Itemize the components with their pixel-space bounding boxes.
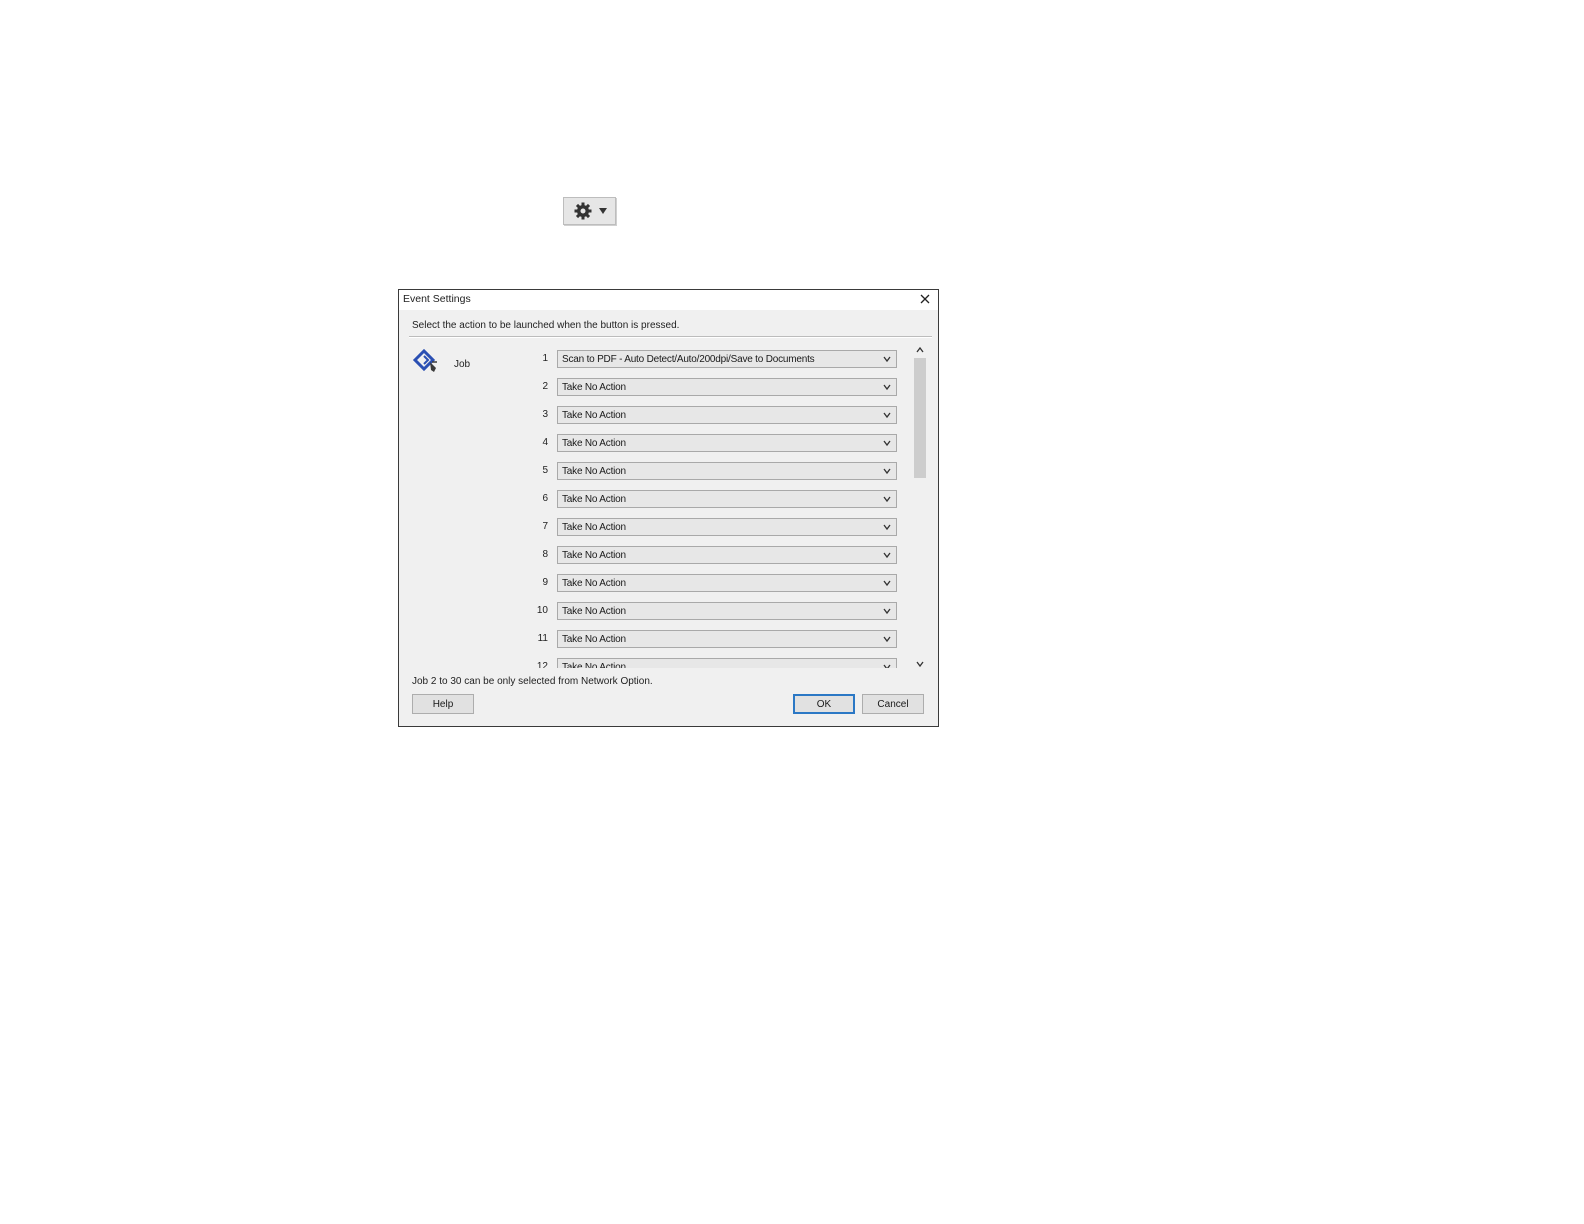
job-action-value: Take No Action	[562, 494, 626, 505]
job-action-select[interactable]: Take No Action	[557, 546, 897, 564]
instruction-text: Select the action to be launched when th…	[412, 320, 680, 331]
job-action-select[interactable]: Take No Action	[557, 490, 897, 508]
job-row: 4 Take No Action	[399, 434, 899, 452]
ok-button[interactable]: OK	[793, 694, 855, 714]
job-action-value: Take No Action	[562, 634, 626, 645]
job-action-select[interactable]: Take No Action	[557, 630, 897, 648]
job-action-value: Take No Action	[562, 466, 626, 477]
job-row-number: 10	[536, 605, 548, 616]
chevron-down-icon	[883, 440, 891, 447]
job-action-value: Take No Action	[562, 578, 626, 589]
job-action-select[interactable]: Take No Action	[557, 378, 897, 396]
job-row: 12 Take No Action	[399, 658, 899, 668]
job-row-number: 2	[542, 381, 548, 392]
job-action-value: Take No Action	[562, 662, 626, 668]
job-row: 5 Take No Action	[399, 462, 899, 480]
event-settings-dialog: Event Settings Select the action to be l…	[398, 289, 939, 727]
chevron-down-icon	[883, 412, 891, 419]
job-action-value: Take No Action	[562, 522, 626, 533]
job-action-select[interactable]: Take No Action	[557, 602, 897, 620]
job-row: 10 Take No Action	[399, 602, 899, 620]
caret-down-icon	[598, 208, 607, 214]
job-row: 1 Scan to PDF - Auto Detect/Auto/200dpi/S…	[399, 350, 899, 368]
job-action-select[interactable]: Scan to PDF - Auto Detect/Auto/200dpi/Sa…	[557, 350, 897, 368]
chevron-down-icon	[883, 636, 891, 643]
job-row: 3 Take No Action	[399, 406, 899, 424]
job-action-value: Take No Action	[562, 438, 626, 449]
settings-menu-button[interactable]	[563, 197, 616, 225]
chevron-down-icon	[883, 356, 891, 363]
gear-icon	[574, 202, 591, 220]
job-row: 7 Take No Action	[399, 518, 899, 536]
job-action-select[interactable]: Take No Action	[557, 406, 897, 424]
job-action-select[interactable]: Take No Action	[557, 462, 897, 480]
job-row-number: 1	[542, 353, 548, 364]
job-action-value: Take No Action	[562, 382, 626, 393]
chevron-down-icon	[883, 608, 891, 615]
chevron-down-icon	[883, 664, 891, 668]
job-row-number: 11	[537, 633, 548, 644]
job-row: 2 Take No Action	[399, 378, 899, 396]
scrollbar[interactable]	[912, 342, 928, 672]
job-row-number: 5	[542, 465, 548, 476]
job-action-value: Scan to PDF - Auto Detect/Auto/200dpi/Sa…	[562, 354, 815, 365]
job-row-number: 3	[542, 409, 548, 420]
chevron-down-icon[interactable]	[915, 660, 925, 668]
job-action-select[interactable]: Take No Action	[557, 518, 897, 536]
cancel-button[interactable]: Cancel	[862, 694, 924, 714]
job-action-value: Take No Action	[562, 550, 626, 561]
job-list: Job 1 Scan to PDF - Auto Detect/Auto/200d…	[399, 342, 907, 668]
chevron-down-icon	[883, 524, 891, 531]
job-action-value: Take No Action	[562, 410, 626, 421]
job-row: 11 Take No Action	[399, 630, 899, 648]
close-icon[interactable]	[918, 292, 932, 306]
job-row-number: 9	[542, 577, 548, 588]
scrollbar-thumb[interactable]	[914, 358, 926, 478]
job-action-value: Take No Action	[562, 606, 626, 617]
job-action-select[interactable]: Take No Action	[557, 574, 897, 592]
job-action-select[interactable]: Take No Action	[557, 658, 897, 668]
title-bar: Event Settings	[399, 290, 938, 310]
job-row: 6 Take No Action	[399, 490, 899, 508]
job-row: 9 Take No Action	[399, 574, 899, 592]
chevron-up-icon[interactable]	[915, 346, 925, 354]
job-row-number: 8	[542, 549, 548, 560]
job-row-number: 6	[542, 493, 548, 504]
chevron-down-icon	[883, 552, 891, 559]
separator	[409, 336, 932, 338]
job-row-number: 7	[542, 521, 548, 532]
job-action-select[interactable]: Take No Action	[557, 434, 897, 452]
job-row-number: 4	[542, 437, 548, 448]
chevron-down-icon	[883, 468, 891, 475]
footer-note: Job 2 to 30 can be only selected from Ne…	[412, 676, 653, 687]
job-row: 8 Take No Action	[399, 546, 899, 564]
job-row-number: 12	[536, 661, 548, 668]
chevron-down-icon	[883, 580, 891, 587]
chevron-down-icon	[883, 384, 891, 391]
chevron-down-icon	[883, 496, 891, 503]
dialog-title: Event Settings	[403, 293, 471, 305]
help-button[interactable]: Help	[412, 694, 474, 714]
